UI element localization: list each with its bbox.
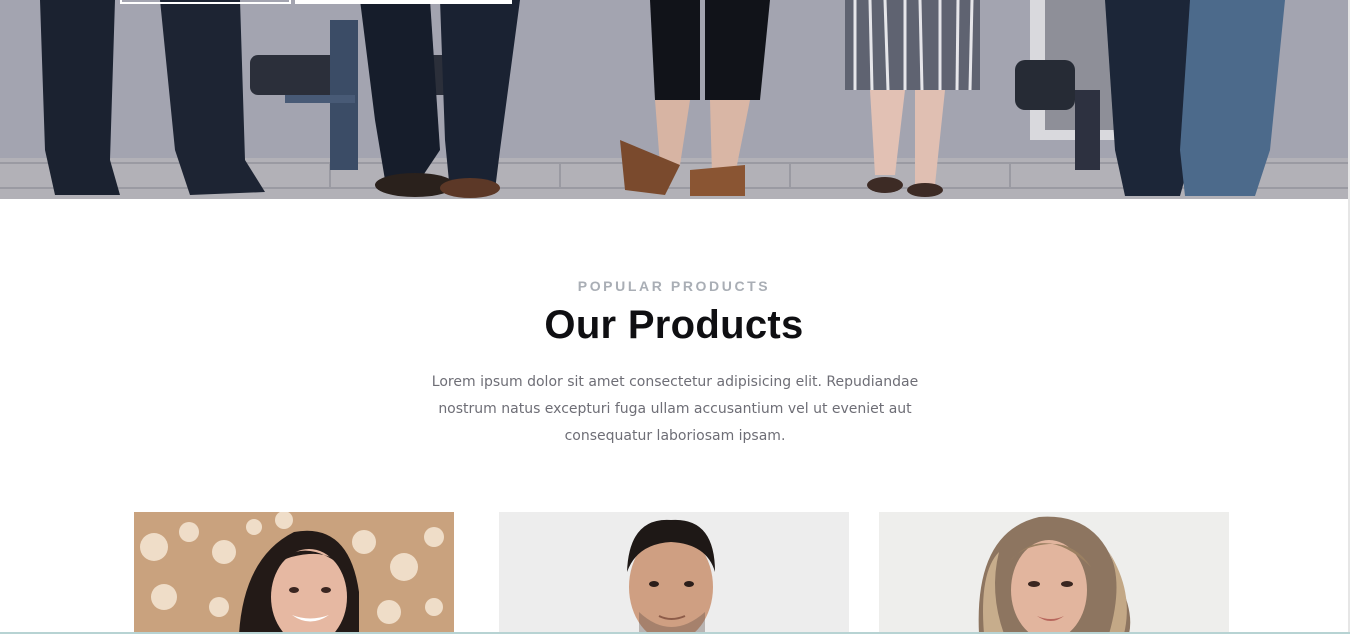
hero-banner bbox=[0, 0, 1350, 199]
hero-primary-button[interactable] bbox=[295, 0, 512, 4]
page: POPULAR PRODUCTS Our Products Lorem ipsu… bbox=[0, 0, 1350, 634]
product-image-2 bbox=[499, 512, 849, 634]
hero-image bbox=[0, 0, 1350, 199]
section-description: Lorem ipsum dolor sit amet consectetur a… bbox=[431, 374, 919, 444]
section-eyebrow: POPULAR PRODUCTS bbox=[577, 278, 771, 294]
product-card-3[interactable] bbox=[879, 512, 1229, 634]
section-title: Our Products bbox=[544, 303, 804, 347]
hero-secondary-button[interactable] bbox=[120, 0, 291, 4]
product-card-1[interactable] bbox=[134, 512, 454, 634]
product-image-1 bbox=[134, 512, 454, 634]
product-card-2[interactable] bbox=[499, 512, 849, 634]
products-section: POPULAR PRODUCTS Our Products Lorem ipsu… bbox=[0, 199, 1348, 634]
product-image-3 bbox=[879, 512, 1229, 634]
